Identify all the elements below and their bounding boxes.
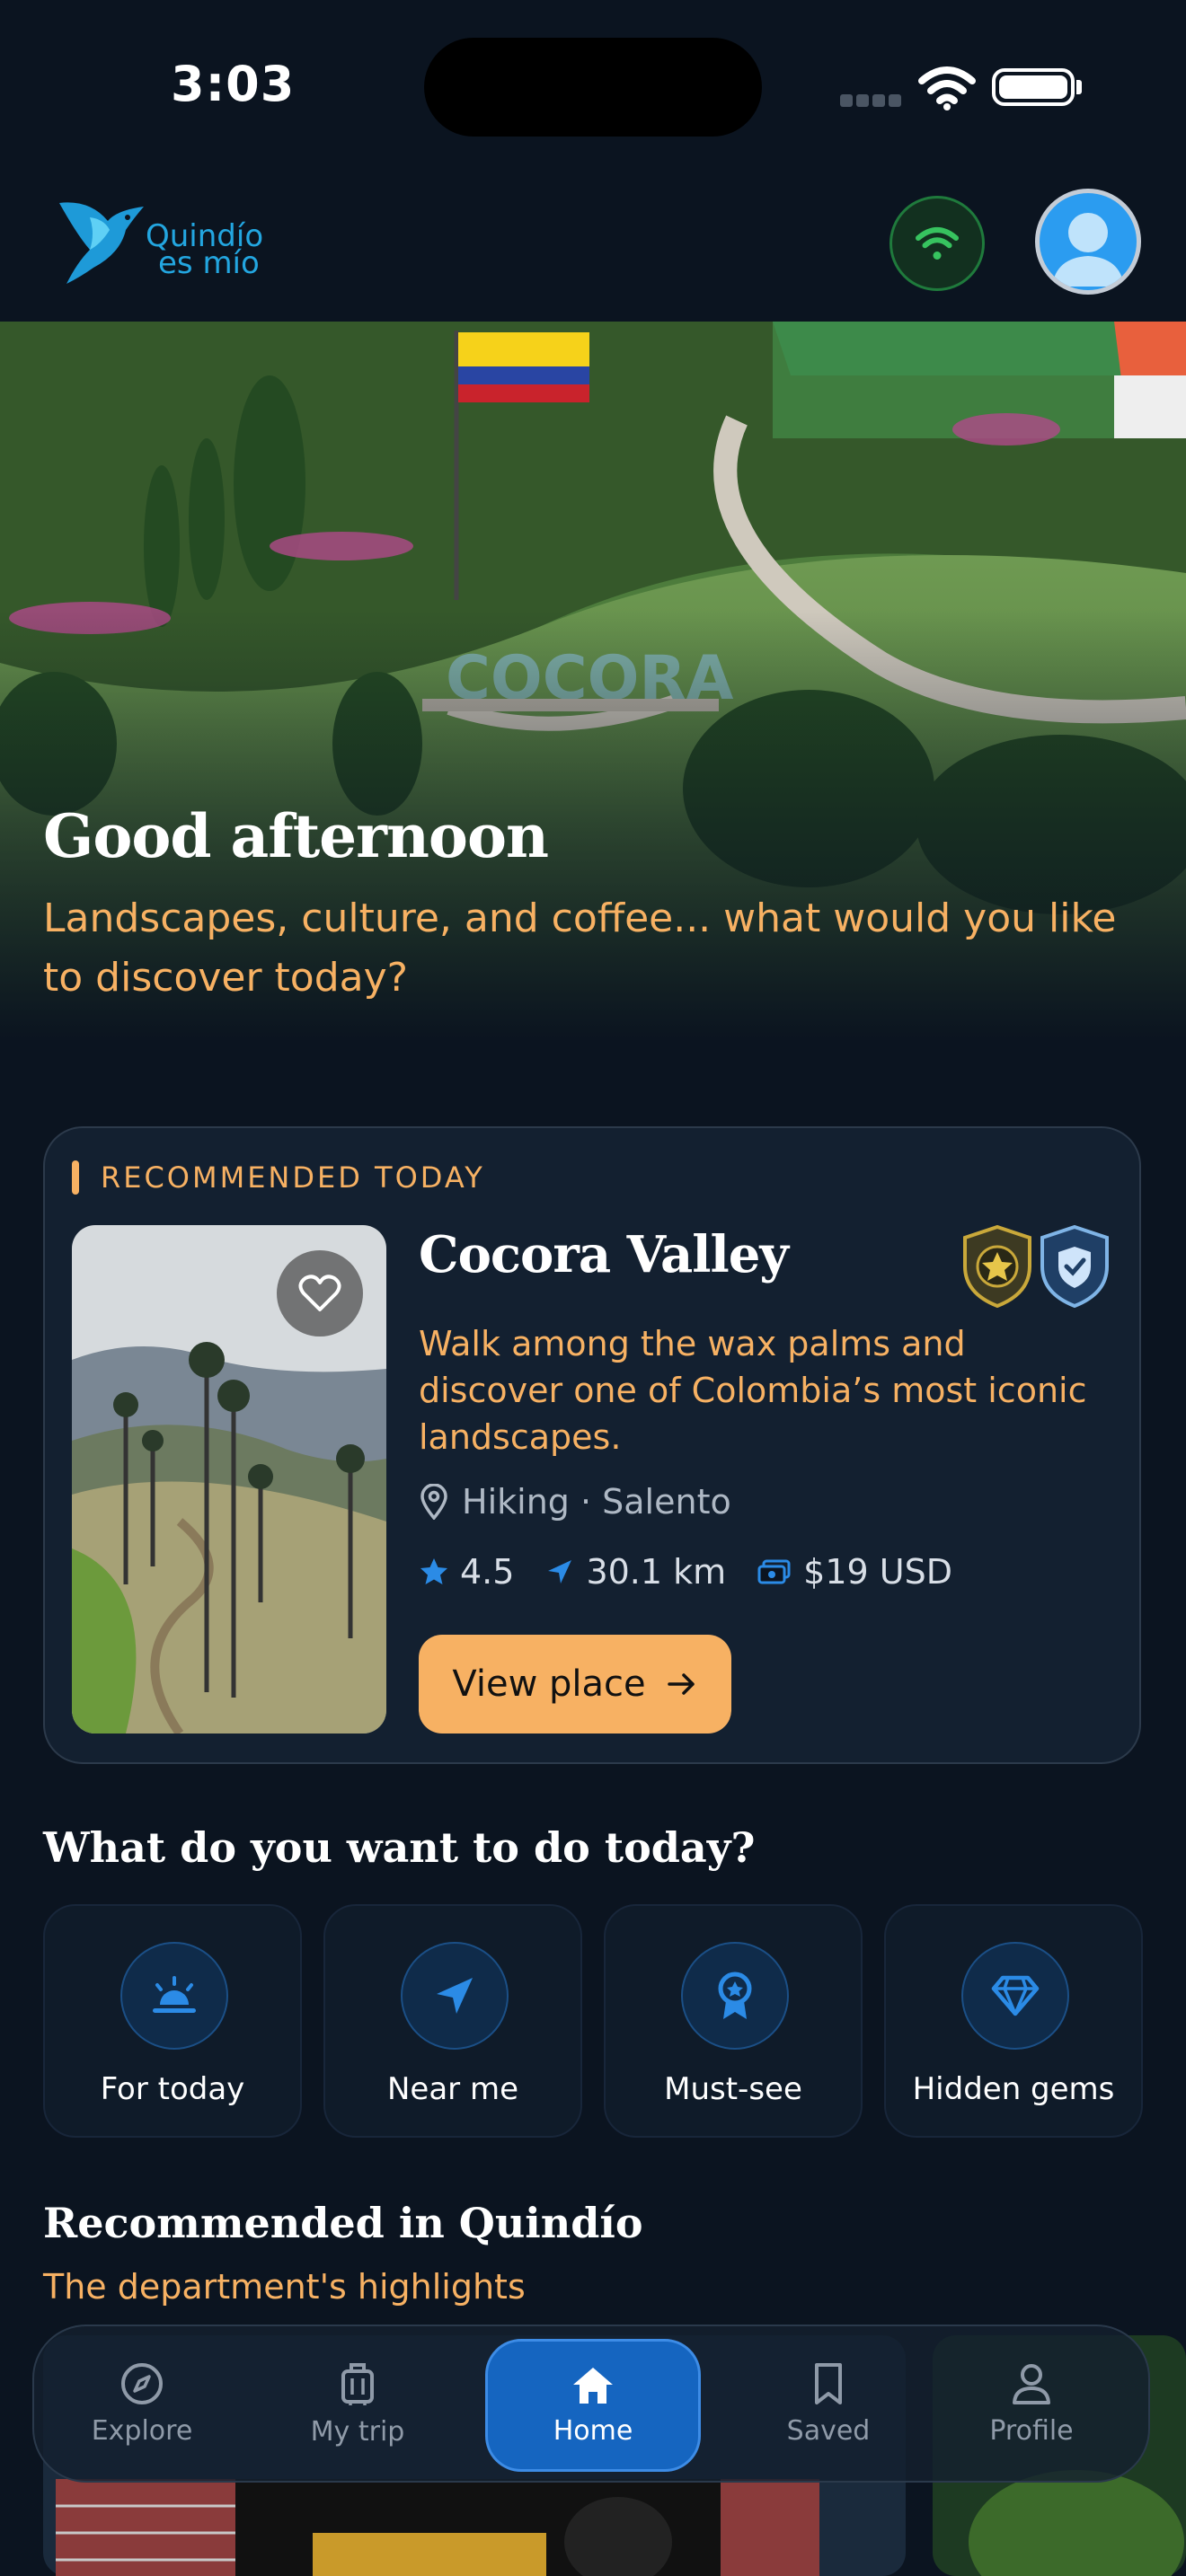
nav-label: Saved: [786, 2414, 871, 2447]
place-category-text: Hiking · Salento: [462, 1482, 731, 1522]
place-stats: 4.5 30.1 km $19 USD: [419, 1552, 983, 1592]
greeting-title: Good afternoon: [43, 801, 549, 871]
user-avatar-icon: [1052, 213, 1124, 287]
section-accent-bar: [72, 1160, 79, 1195]
quick-action-icon-circle: [681, 1942, 789, 2050]
price-stat: $19 USD: [757, 1552, 952, 1592]
location-pin-icon: [420, 1484, 447, 1520]
sunrise-icon: [153, 1976, 196, 2013]
luggage-icon: [341, 2362, 374, 2405]
quick-action-near-me[interactable]: Near me: [323, 1904, 582, 2138]
avatar[interactable]: [1035, 189, 1141, 295]
quick-action-for-today[interactable]: For today: [43, 1904, 302, 2138]
view-place-button[interactable]: View place: [419, 1635, 731, 1734]
battery-icon: [992, 68, 1075, 106]
place-category: Hiking · Salento: [419, 1482, 731, 1522]
connection-status-button[interactable]: [890, 196, 985, 291]
home-icon: [573, 2367, 613, 2404]
rating-stat: 4.5: [419, 1552, 514, 1592]
user-icon: [1013, 2363, 1050, 2404]
compass-icon: [121, 2362, 163, 2404]
recommended-quindio-subtitle: The department's highlights: [43, 2267, 526, 2307]
distance-stat: 30.1 km: [544, 1552, 726, 1592]
quick-action-label: Must-see: [664, 2071, 802, 2107]
nav-label: Explore: [91, 2414, 193, 2447]
place-title: Cocora Valley: [419, 1225, 789, 1284]
wifi-icon: [916, 227, 959, 260]
price-value: $19 USD: [803, 1552, 952, 1592]
navigation-arrow-icon: [437, 1978, 473, 2014]
cash-icon: [757, 1559, 791, 1584]
nav-label: Home: [553, 2414, 633, 2447]
verified-shield-badge-icon: [1040, 1225, 1109, 1308]
favorite-button[interactable]: [277, 1250, 363, 1337]
place-description: Walk among the wax palms and discover on…: [419, 1324, 1087, 1457]
logo-wordmark: Quindío es mío: [146, 221, 263, 281]
diamond-icon: [991, 1975, 1040, 2016]
nav-item-my-trip[interactable]: My trip: [268, 2326, 447, 2481]
quick-action-hidden-gems[interactable]: Hidden gems: [884, 1904, 1143, 2138]
distance-value: 30.1 km: [586, 1552, 727, 1592]
rating-value: 4.5: [460, 1552, 515, 1592]
recommended-quindio-title: Recommended in Quindío: [43, 2199, 643, 2247]
nav-label: My trip: [310, 2415, 405, 2448]
bookmark-icon: [815, 2362, 842, 2404]
bottom-navigation-bar: Explore My trip Home Saved Profile: [32, 2325, 1150, 2483]
logo-line-2: es mío: [158, 245, 260, 281]
quick-action-label: Hidden gems: [912, 2071, 1115, 2107]
award-ribbon-icon: [718, 1972, 752, 2019]
quick-action-must-see[interactable]: Must-see: [604, 1904, 863, 2138]
nav-item-explore[interactable]: Explore: [52, 2326, 232, 2481]
star-icon: [420, 1558, 447, 1584]
greeting-subtitle: Landscapes, culture, and coffee... what …: [43, 895, 1117, 1001]
dynamic-island: [424, 38, 762, 137]
quick-action-icon-circle: [401, 1942, 509, 2050]
recommended-today-label: RECOMMENDED TODAY: [101, 1160, 485, 1195]
wifi-status-icon: [918, 66, 976, 110]
nav-item-profile[interactable]: Profile: [942, 2326, 1121, 2481]
status-time: 3:03: [171, 56, 296, 112]
navigation-arrow-icon: [548, 1560, 572, 1584]
quick-action-label: For today: [100, 2071, 245, 2107]
view-place-label: View place: [452, 1663, 646, 1705]
arrow-right-icon: [667, 1673, 695, 1695]
nav-item-home[interactable]: Home: [485, 2339, 701, 2472]
battery-cap: [1076, 80, 1082, 94]
heart-icon: [298, 1275, 341, 1311]
quick-actions-title: What do you want to do today?: [43, 1823, 756, 1872]
star-shield-badge-icon: [963, 1225, 1031, 1308]
cellular-signal-icon: [840, 93, 905, 110]
nav-label: Profile: [989, 2414, 1074, 2447]
nav-item-saved[interactable]: Saved: [739, 2326, 918, 2481]
quick-action-icon-circle: [120, 1942, 228, 2050]
quick-action-icon-circle: [961, 1942, 1069, 2050]
quick-action-label: Near me: [386, 2071, 518, 2107]
